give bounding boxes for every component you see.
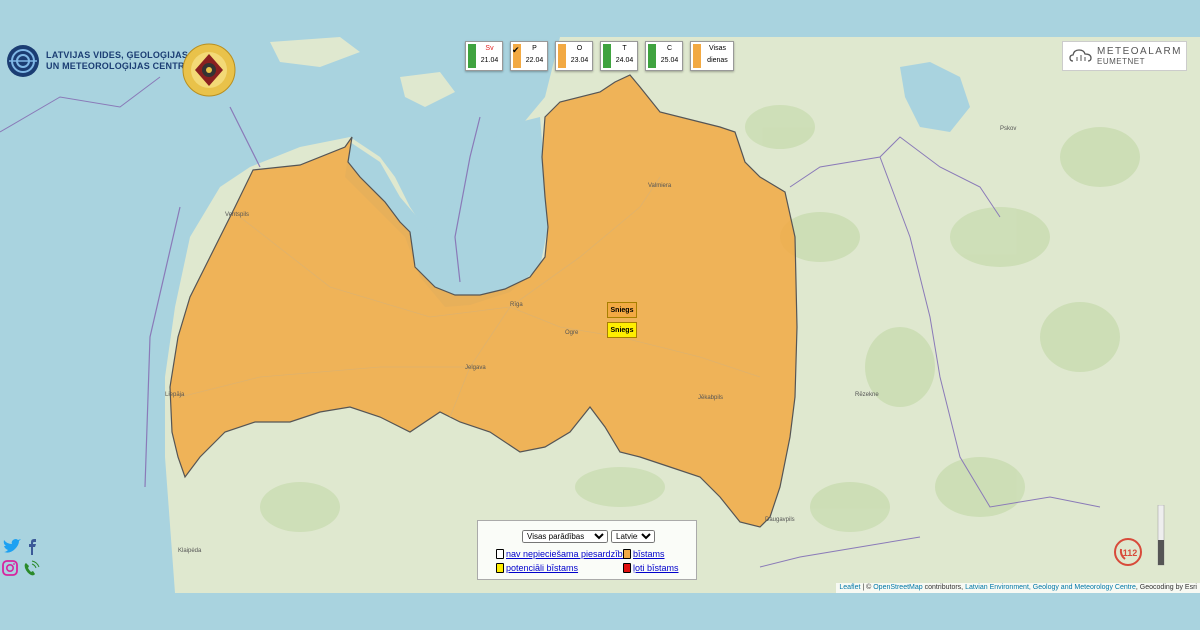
legend-item-none[interactable]: nav nepieciešama piesardzība: [496, 549, 628, 559]
lvgmc-name-line1: LATVIJAS VIDES, ĢEOLOĢIJAS: [46, 50, 189, 60]
checkmark-icon: ✔: [512, 45, 520, 55]
day-label: Sv: [485, 45, 494, 52]
legend-link[interactable]: potenciāli bīstams: [506, 563, 578, 573]
leaflet-link[interactable]: Leaflet: [839, 584, 860, 591]
emergency-112-badge[interactable]: 112: [1113, 537, 1143, 572]
legend-item-potential[interactable]: potenciāli bīstams: [496, 563, 578, 573]
city-label: Daugavpils: [765, 517, 795, 523]
phone-icon[interactable]: [24, 560, 40, 576]
legend-link[interactable]: bīstams: [633, 549, 665, 559]
lvgmc-logo-icon: [7, 45, 39, 77]
day-tab-2[interactable]: O 23.04: [555, 41, 593, 71]
city-label: Jelgava: [465, 365, 486, 371]
lvgmc-name-line2: UN METEOROLOĢIJAS CENTRS: [46, 61, 191, 71]
lvgmc-logo[interactable]: LATVIJAS VIDES, ĢEOLOĢIJAS UN METEOROLOĢ…: [6, 44, 191, 78]
city-label: Rēzekne: [855, 392, 879, 398]
twitter-icon[interactable]: [3, 539, 21, 553]
fire-service-emblem-icon: [182, 43, 236, 97]
day-date: 21.04: [480, 57, 499, 64]
all-days-label-1: Visas: [709, 45, 726, 52]
legend-link[interactable]: nav nepieciešama piesardzība: [506, 549, 628, 559]
city-label: Ogre: [565, 330, 579, 336]
language-select[interactable]: Latviešu: [611, 530, 655, 543]
osm-link[interactable]: OpenStreetMap: [873, 584, 922, 591]
legend-item-very-dangerous[interactable]: ļoti bīstams: [623, 563, 679, 573]
day-status-bar: [558, 44, 566, 68]
lvgmc-link[interactable]: Latvian Environment, Geology and Meteoro…: [965, 584, 1136, 591]
city-label: Ventspils: [225, 212, 250, 218]
meteoalarm-logo[interactable]: METEOALARM EUMETNET: [1062, 41, 1187, 71]
day-status-bar: [603, 44, 611, 68]
day-status-bar: [468, 44, 476, 68]
day-selector: Sv 21.04 ✔ P 22.04 O 23.04 T 24.04 C 25.…: [465, 41, 734, 71]
warning-marker-snow[interactable]: Sniegs: [607, 322, 637, 338]
legend-panel: Visas parādības Latviešu nav nepieciešam…: [477, 520, 697, 580]
cloud-icon: [1069, 49, 1092, 62]
city-label: Liepāja: [165, 392, 185, 398]
day-status-bar: [648, 44, 656, 68]
map-canvas[interactable]: Rīga Ventspils Liepāja Jelgava Ogre Jēka…: [0, 37, 1200, 593]
legend-swatch: [496, 563, 504, 573]
snow-depth-scale: [1157, 504, 1189, 567]
all-days-label-2: dienas: [707, 57, 728, 64]
day-date: 24.04: [615, 57, 634, 64]
warning-marker-snow[interactable]: Sniegs: [607, 302, 637, 318]
day-tab-1[interactable]: ✔ P 22.04: [510, 41, 548, 71]
instagram-icon[interactable]: [2, 560, 18, 576]
city-label: Pskov: [1000, 126, 1017, 132]
day-date: 23.04: [570, 57, 589, 64]
legend-swatch: [623, 549, 631, 559]
day-tab-0[interactable]: Sv 21.04: [465, 41, 503, 71]
city-label: Klaipėda: [178, 548, 202, 554]
city-label: Valmiera: [648, 183, 672, 189]
meteoalarm-sub: EUMETNET: [1097, 57, 1145, 66]
legend-swatch: [496, 549, 504, 559]
social-row-2: [2, 559, 42, 584]
legend-item-dangerous[interactable]: bīstams: [623, 549, 665, 559]
day-label: O: [576, 45, 583, 52]
lake: [900, 62, 970, 132]
day-label: T: [622, 45, 627, 52]
day-tab-4[interactable]: C 25.04: [645, 41, 683, 71]
map-svg: [0, 37, 1140, 593]
city-label: Rīga: [510, 302, 523, 308]
legend-swatch: [623, 563, 631, 573]
facebook-icon[interactable]: [29, 539, 36, 555]
day-date: 25.04: [660, 57, 679, 64]
day-label: P: [532, 45, 537, 52]
day-tab-all[interactable]: Visas dienas: [690, 41, 734, 71]
vugd-emblem[interactable]: [181, 42, 237, 103]
legend-link[interactable]: ļoti bīstams: [633, 563, 679, 573]
day-status-bar: [693, 44, 701, 68]
day-label: C: [666, 45, 673, 52]
city-label: Jēkabpils: [698, 395, 724, 401]
phenomena-filter-select[interactable]: Visas parādības: [522, 530, 608, 543]
day-tab-3[interactable]: T 24.04: [600, 41, 638, 71]
meteoalarm-brand: METEOALARM: [1097, 46, 1183, 57]
map-attribution: Leaflet | © OpenStreetMap contributors, …: [836, 583, 1200, 593]
day-date: 22.04: [525, 57, 544, 64]
badge-112-text: 112: [1123, 548, 1138, 558]
